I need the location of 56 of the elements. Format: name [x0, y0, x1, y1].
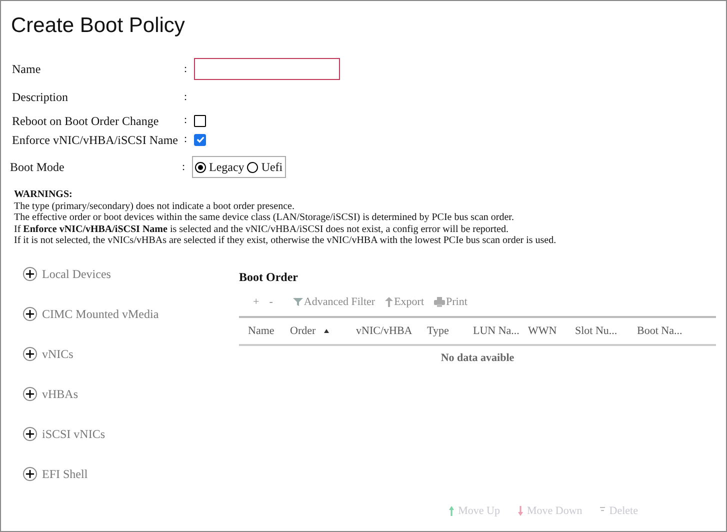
field-label: Boot Mode	[9, 159, 66, 176]
checkbox[interactable]	[194, 134, 206, 146]
empty-message: No data avaible	[440, 351, 516, 366]
checkbox[interactable]	[194, 114, 206, 126]
filter-button[interactable]: Advanced Filter	[292, 294, 376, 310]
device-group-label[interactable]: CIMC Mounted vMedia	[42, 304, 159, 322]
expand-icon[interactable]	[23, 386, 37, 400]
column-header[interactable]: Type	[427, 322, 473, 340]
colon: :	[184, 90, 188, 105]
column-header[interactable]: WWN	[528, 322, 575, 340]
name-field[interactable]	[194, 58, 340, 80]
down-arrow-icon	[518, 506, 523, 516]
radio-button[interactable]	[247, 162, 258, 172]
warnings-heading: WARNINGS:	[14, 189, 74, 200]
colon: :	[184, 132, 188, 148]
remove-button[interactable]: -	[269, 294, 273, 310]
column-header[interactable]: vNIC/vHBA	[356, 322, 427, 340]
column-header[interactable]: Order	[290, 322, 356, 340]
add-button[interactable]: +	[253, 294, 260, 310]
expand-icon[interactable]	[23, 346, 37, 360]
radio-label[interactable]: Legacy	[209, 158, 244, 176]
device-group-label[interactable]: vHBAs	[42, 384, 78, 402]
filter-icon	[292, 296, 303, 307]
radio-label[interactable]: Uefi	[261, 158, 283, 176]
up-arrow-icon	[449, 506, 454, 516]
warning-text: The type (primary/secondary) does not indicate a boot order presence.	[14, 200, 296, 212]
radio-button[interactable]	[195, 162, 206, 172]
field-label: Reboot on Boot Order Change	[11, 112, 160, 130]
colon: :	[182, 160, 186, 175]
expand-icon[interactable]	[23, 466, 37, 480]
page-title: Create Boot Policy	[10, 13, 186, 39]
device-group-label[interactable]: EFI Shell	[42, 464, 88, 482]
device-group-label[interactable]: iSCSI vNICs	[42, 424, 106, 442]
export-icon	[385, 296, 394, 307]
expand-icon[interactable]	[23, 266, 37, 280]
print-button[interactable]: Print	[434, 294, 468, 310]
warning-text: If it is not selected, the vNICs/vHBAs are selected if they exist, otherwise the vNIC/vHBA with the lowest PCIe bus scan order is used.	[14, 235, 558, 246]
column-header[interactable]: Name	[239, 322, 290, 340]
column-header[interactable]: LUN Na...	[473, 322, 528, 340]
field-label: Description	[11, 89, 69, 106]
expand-icon[interactable]	[23, 306, 37, 320]
field-label: Name	[11, 61, 42, 78]
warning-text: If Enforce vNIC/vHBA/iSCSI Name is selected and the vNIC/vHBA/iSCSI does not exist, a config error will be reported.	[14, 224, 510, 235]
colon: :	[184, 62, 188, 77]
print-icon	[434, 296, 446, 307]
device-group-label[interactable]: Local Devices	[42, 264, 111, 282]
column-header[interactable]: Boot Na...	[637, 322, 697, 340]
expand-icon[interactable]	[23, 426, 37, 440]
colon: :	[184, 113, 188, 128]
sort-icon[interactable]	[324, 329, 329, 333]
column-header[interactable]: Slot Nu...	[575, 322, 637, 340]
export-button[interactable]: Export	[385, 294, 424, 310]
warning-text: The effective order or boot devices within the same device class (LAN/Storage/iSCSI) is determined by PCIe bus scan order.	[14, 212, 515, 224]
field-label: Enforce vNIC/vHBA/iSCSI Name	[11, 132, 179, 148]
section-title: Boot Order	[239, 268, 299, 286]
device-group-label[interactable]: vNICs	[42, 344, 74, 362]
